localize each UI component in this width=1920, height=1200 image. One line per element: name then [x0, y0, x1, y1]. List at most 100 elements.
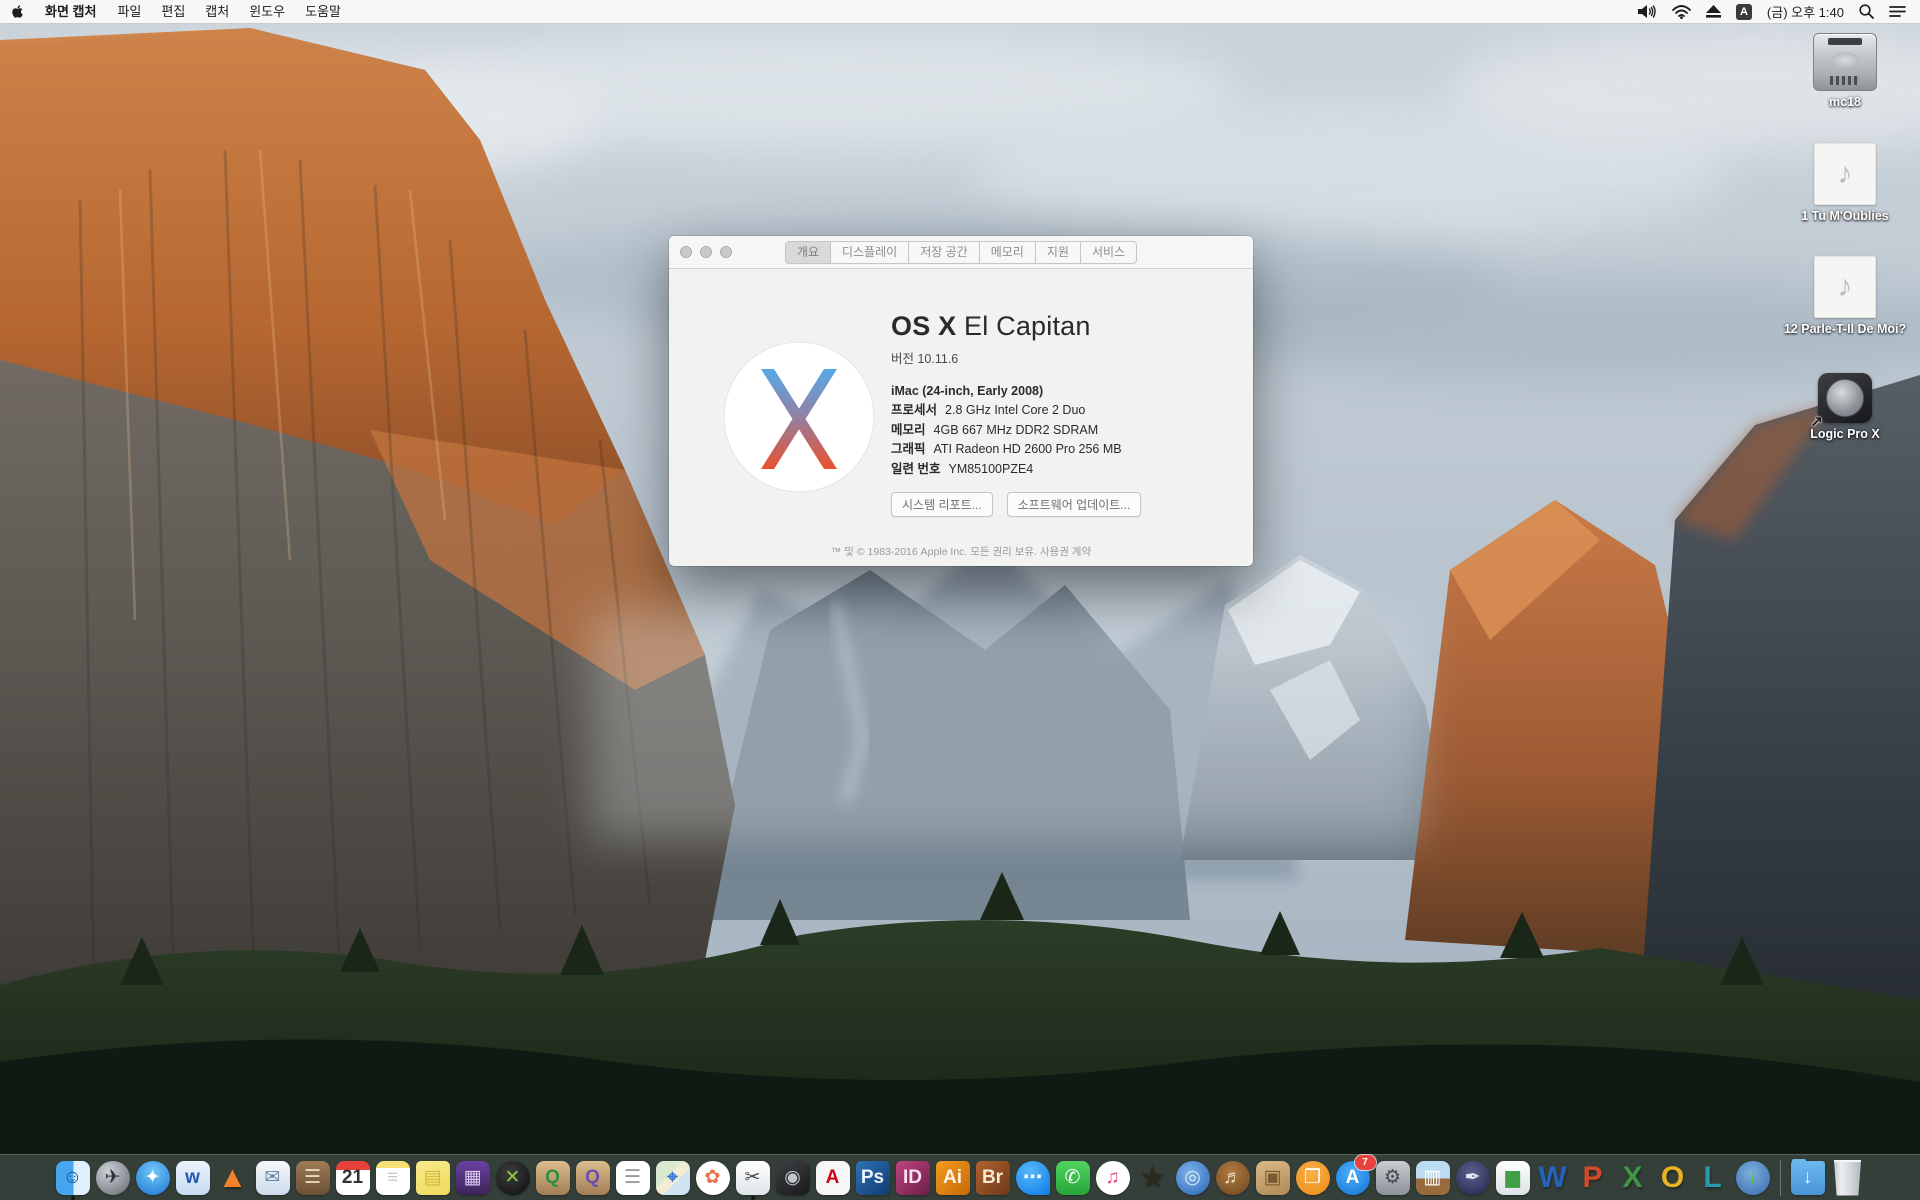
dock-item-itunes[interactable]: ♫ — [1094, 1158, 1132, 1198]
dock-item-safari[interactable]: ✦ — [134, 1158, 172, 1198]
tab-1[interactable]: 디스플레이 — [830, 242, 908, 263]
desktop-icon-alias-logic-pro-x[interactable]: ↗Logic Pro X — [1775, 373, 1915, 442]
expander-box-purple-q-icon: Q — [576, 1161, 610, 1195]
dock-item-launchpad[interactable]: ✈ — [94, 1158, 132, 1198]
dock-item-ms-outlook[interactable]: O — [1654, 1158, 1692, 1198]
close-button[interactable] — [680, 246, 692, 258]
dock-item-ms-powerpoint[interactable]: P — [1574, 1158, 1612, 1198]
about-tabs: 개요디스플레이저장 공간메모리지원서비스 — [785, 241, 1137, 264]
mac-model: iMac (24-inch, Early 2008) — [891, 384, 1231, 398]
menu-item-5[interactable]: 도움말 — [295, 0, 351, 23]
dock-item-illustrator[interactable]: Ai — [934, 1158, 972, 1198]
dock-item-messages[interactable]: ⋯ — [1014, 1158, 1052, 1198]
apple-menu[interactable] — [0, 4, 34, 19]
dock-item-expander-box-purple-q[interactable]: Q — [574, 1158, 612, 1198]
dock-item-numbers-09[interactable]: ▆ — [1494, 1158, 1532, 1198]
dock-item-mail[interactable]: ✉ — [254, 1158, 292, 1198]
eject-icon[interactable] — [1706, 5, 1721, 18]
menu-bar: 화면 캡처파일편집캡처윈도우도움말 A (금) 오후 1:40 — [0, 0, 1920, 24]
menu-item-app-name[interactable]: 화면 캡처 — [34, 0, 107, 23]
dock-item-indesign[interactable]: ID — [894, 1158, 932, 1198]
menu-item-4[interactable]: 윈도우 — [239, 0, 295, 23]
input-source-indicator[interactable]: A — [1736, 4, 1752, 20]
tab-2[interactable]: 저장 공간 — [908, 242, 979, 263]
ms-lync-icon: L — [1696, 1161, 1730, 1195]
calendar-icon: 21 — [336, 1161, 370, 1195]
dock-item-ms-lync[interactable]: L — [1694, 1158, 1732, 1198]
pages-09-icon: ✒ — [1456, 1161, 1490, 1195]
desktop-icon-grid: mc18 ♪1 Tu M'Oublies ♪12 Parle-T-Il De Moi… — [1770, 0, 1920, 500]
desktop-icon-audio-1-tu-m-oublies[interactable]: ♪1 Tu M'Oublies — [1775, 143, 1915, 224]
spec-value: 4GB 667 MHz DDR2 SDRAM — [934, 423, 1099, 437]
dock-item-photoshop[interactable]: Ps — [854, 1158, 892, 1198]
dock-item-acrobat-reader[interactable]: A — [814, 1158, 852, 1198]
dock-item-w-globe-app[interactable]: w — [174, 1158, 212, 1198]
tab-0[interactable]: 개요 — [786, 242, 830, 263]
menu-item-1[interactable]: 파일 — [107, 0, 151, 23]
spec-row: 그래픽ATI Radeon HD 2600 Pro 256 MB — [891, 440, 1231, 460]
spec-label: 메모리 — [891, 423, 926, 437]
minimize-button[interactable] — [700, 246, 712, 258]
dock-item-ibooks[interactable]: ❐ — [1294, 1158, 1332, 1198]
downloads-folder-icon: ↓ — [1791, 1161, 1825, 1195]
volume-icon[interactable] — [1638, 4, 1657, 19]
desktop-icon-audio-12-parle-t-il-de-moi[interactable]: ♪12 Parle-T-Il De Moi? — [1775, 256, 1915, 337]
dock-item-maps[interactable]: ⌖ — [654, 1158, 692, 1198]
expander-box-green-q-icon: Q — [536, 1161, 570, 1195]
dock-item-contacts[interactable]: ☰ — [294, 1158, 332, 1198]
dock-item-keynote[interactable]: ▥ — [1414, 1158, 1452, 1198]
dock-item-ms-word[interactable]: W — [1534, 1158, 1572, 1198]
dock-item-app-store[interactable]: A7 — [1334, 1158, 1372, 1198]
tab-4[interactable]: 지원 — [1035, 242, 1080, 263]
dock-item-globe-downloader[interactable]: ↓ — [1734, 1158, 1772, 1198]
dock: ☺✈✦w▲✉☰21≡▤▦✕QQ☰⌖✿✂◉APsIDAiBr⋯✆♫★◎♬▣❐A7⚙… — [0, 1154, 1920, 1200]
itunes-icon: ♫ — [1096, 1161, 1130, 1195]
dock-item-pages-09[interactable]: ✒ — [1454, 1158, 1492, 1198]
about-info-panel: OS X El Capitan 버전 10.11.6 iMac (24-inch… — [891, 311, 1231, 517]
menu-item-3[interactable]: 캡처 — [195, 0, 239, 23]
dock-item-photos-corkboard-app[interactable]: ▣ — [1254, 1158, 1292, 1198]
dock-item-idvd[interactable]: ◎ — [1174, 1158, 1212, 1198]
dock-item-toast-titanium[interactable]: ▦ — [454, 1158, 492, 1198]
zoom-button[interactable] — [720, 246, 732, 258]
dock-item-calendar[interactable]: 21 — [334, 1158, 372, 1198]
audio-file-icon: ♪ — [1814, 256, 1876, 318]
spec-value: 2.8 GHz Intel Core 2 Duo — [945, 403, 1085, 417]
tab-3[interactable]: 메모리 — [979, 242, 1035, 263]
menu-item-2[interactable]: 편집 — [151, 0, 195, 23]
dock-item-stickies[interactable]: ▤ — [414, 1158, 452, 1198]
dock-item-imovie-hd[interactable]: ★ — [1134, 1158, 1172, 1198]
dock-item-reminders[interactable]: ☰ — [614, 1158, 652, 1198]
imovie-hd-icon: ★ — [1136, 1161, 1170, 1195]
spotlight-icon[interactable] — [1859, 4, 1874, 19]
dock-item-notes[interactable]: ≡ — [374, 1158, 412, 1198]
menu-bar-clock[interactable]: (금) 오후 1:40 — [1767, 2, 1844, 21]
software-update-button[interactable]: 소프트웨어 업데이트... — [1007, 492, 1142, 517]
dock-item-logic-pro[interactable]: ◉ — [774, 1158, 812, 1198]
dock-item-system-preferences[interactable]: ⚙ — [1374, 1158, 1412, 1198]
ibooks-icon: ❐ — [1296, 1161, 1330, 1195]
tab-5[interactable]: 서비스 — [1080, 242, 1136, 263]
dock-item-downloads-folder[interactable]: ↓ — [1789, 1158, 1827, 1198]
dock-item-photo-scissors-app[interactable]: ✂ — [734, 1158, 772, 1198]
dock-item-facetime[interactable]: ✆ — [1054, 1158, 1092, 1198]
window-title-bar[interactable]: 개요디스플레이저장 공간메모리지원서비스 — [669, 236, 1253, 269]
dock-item-expander-box-green-q[interactable]: Q — [534, 1158, 572, 1198]
dock-item-finder[interactable]: ☺ — [54, 1158, 92, 1198]
dock-item-ms-excel[interactable]: X — [1614, 1158, 1652, 1198]
dock-item-photos[interactable]: ✿ — [694, 1158, 732, 1198]
hard-disk-icon — [1813, 33, 1877, 91]
launchpad-icon: ✈ — [96, 1161, 130, 1195]
notification-center-icon[interactable] — [1889, 5, 1906, 18]
system-report-button[interactable]: 시스템 리포트... — [891, 492, 993, 517]
dock-item-bridge[interactable]: Br — [974, 1158, 1012, 1198]
menu-items-container: 화면 캡처파일편집캡처윈도우도움말 — [34, 0, 351, 23]
dock-item-garageband[interactable]: ♬ — [1214, 1158, 1252, 1198]
dock-item-trash[interactable] — [1829, 1158, 1867, 1198]
wifi-icon[interactable] — [1672, 5, 1691, 19]
ms-outlook-icon: O — [1656, 1161, 1690, 1195]
desktop-icon-disk-mc18[interactable]: mc18 — [1775, 33, 1915, 110]
running-indicator — [71, 1196, 75, 1200]
dock-item-quark-x-app[interactable]: ✕ — [494, 1158, 532, 1198]
dock-item-vlc[interactable]: ▲ — [214, 1158, 252, 1198]
